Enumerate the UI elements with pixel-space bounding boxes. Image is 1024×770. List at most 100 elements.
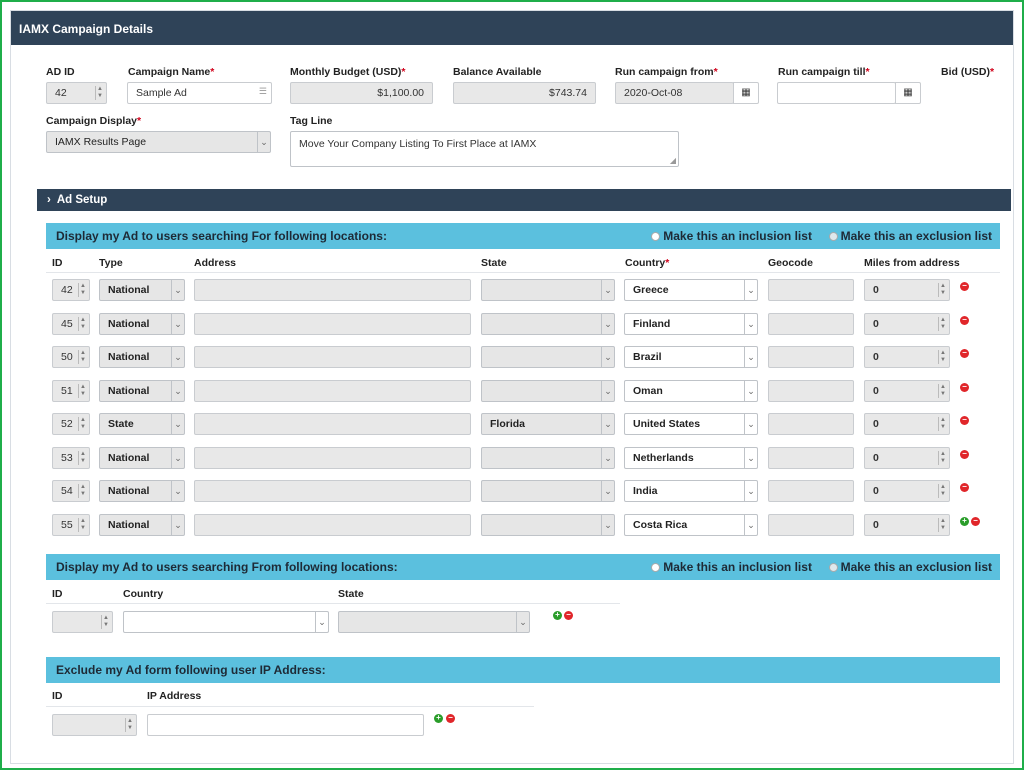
location-id-stepper[interactable]: 52 ▲ ▼ (52, 413, 90, 435)
spin-icon[interactable]: ▲ ▼ (101, 615, 110, 629)
location-type-select[interactable]: National ⌄ (99, 279, 185, 301)
spin-icon[interactable]: ▲ ▼ (938, 451, 947, 465)
location-address-input[interactable] (194, 346, 471, 368)
spin-icon[interactable]: ▲ ▼ (78, 317, 87, 331)
location-state-select[interactable]: ⌄ (481, 279, 615, 301)
spin-icon[interactable]: ▲ ▼ (78, 451, 87, 465)
location-id-stepper[interactable]: 53 ▲ ▼ (52, 447, 90, 469)
campaign-display-select[interactable]: IAMX Results Page ⌄ (46, 131, 271, 153)
spin-icon[interactable]: ▲ ▼ (938, 283, 947, 297)
inclusion-radio[interactable]: Make this an inclusion list (651, 229, 812, 243)
location-country-select[interactable]: Brazil ⌄ (624, 346, 758, 368)
spin-icon[interactable]: ▲ ▼ (938, 484, 947, 498)
location-address-input[interactable] (194, 514, 471, 536)
spin-icon[interactable]: ▲ ▼ (78, 518, 87, 532)
location-state-select[interactable]: ⌄ (481, 346, 615, 368)
add-row-icon[interactable]: + (960, 517, 969, 526)
spin-icon[interactable]: ▲ ▼ (938, 417, 947, 431)
location-miles-stepper[interactable]: 0 ▲ ▼ (864, 346, 950, 368)
balance-available-input: $743.74 (453, 82, 596, 104)
tagline-textarea[interactable]: Move Your Company Listing To First Place… (290, 131, 679, 167)
location-country-select[interactable]: Netherlands ⌄ (624, 447, 758, 469)
remove-row-icon[interactable]: − (960, 383, 969, 392)
spin-icon[interactable]: ▲ ▼ (78, 350, 87, 364)
add-row-icon[interactable]: + (553, 611, 562, 620)
spin-icon[interactable]: ▲ ▼ (938, 518, 947, 532)
location-address-input[interactable] (194, 380, 471, 402)
location-miles-stepper[interactable]: 0 ▲ ▼ (864, 514, 950, 536)
location-state-select[interactable]: ⌄ (481, 313, 615, 335)
location-miles-stepper[interactable]: 0 ▲ ▼ (864, 313, 950, 335)
exclusion-radio[interactable]: Make this an exclusion list (828, 560, 992, 574)
location-address-input[interactable] (194, 413, 471, 435)
location-type-select[interactable]: National ⌄ (99, 480, 185, 502)
location-country-select[interactable]: United States ⌄ (624, 413, 758, 435)
calendar-icon[interactable]: ▦ (733, 82, 759, 104)
location-id-stepper[interactable]: 55 ▲ ▼ (52, 514, 90, 536)
location-country-select[interactable]: Oman ⌄ (624, 380, 758, 402)
location-id-stepper[interactable]: 51 ▲ ▼ (52, 380, 90, 402)
exclusion-radio[interactable]: Make this an exclusion list (828, 229, 992, 243)
location-type-select[interactable]: National ⌄ (99, 380, 185, 402)
ip-id-stepper[interactable]: ▲ ▼ (52, 714, 137, 736)
location-country-select[interactable]: India ⌄ (624, 480, 758, 502)
campaign-name-input[interactable]: Sample Ad ☰ (127, 82, 272, 104)
location-address-input[interactable] (194, 279, 471, 301)
remove-row-icon[interactable]: − (960, 282, 969, 291)
location-address-input[interactable] (194, 480, 471, 502)
location-type-select[interactable]: National ⌄ (99, 346, 185, 368)
add-row-icon[interactable]: + (434, 714, 443, 723)
location-miles-stepper[interactable]: 0 ▲ ▼ (864, 447, 950, 469)
spin-icon[interactable]: ▲ ▼ (78, 417, 87, 431)
remove-row-icon[interactable]: − (960, 316, 969, 325)
location-id-stepper[interactable]: 54 ▲ ▼ (52, 480, 90, 502)
remove-row-icon[interactable]: − (960, 416, 969, 425)
location-state-select[interactable]: ⌄ (481, 447, 615, 469)
from-country-select[interactable]: ⌄ (123, 611, 329, 633)
location-state-select[interactable]: ⌄ (481, 514, 615, 536)
run-till-input[interactable] (777, 82, 896, 104)
spin-icon[interactable]: ▲ ▼ (78, 283, 87, 297)
calendar-icon[interactable]: ▦ (895, 82, 921, 104)
ip-address-input[interactable] (147, 714, 424, 736)
location-id-stepper[interactable]: 42 ▲ ▼ (52, 279, 90, 301)
spin-icon[interactable]: ▲ ▼ (938, 384, 947, 398)
ad-setup-toggle[interactable]: › Ad Setup (37, 189, 1011, 211)
ad-id-spin-icon[interactable]: ▲ ▼ (95, 86, 104, 100)
location-country-select[interactable]: Greece ⌄ (624, 279, 758, 301)
spin-icon[interactable]: ▲ ▼ (938, 350, 947, 364)
location-country-select[interactable]: Costa Rica ⌄ (624, 514, 758, 536)
location-miles-stepper[interactable]: 0 ▲ ▼ (864, 380, 950, 402)
resize-handle-icon[interactable]: ◢ (670, 156, 676, 165)
location-miles-stepper[interactable]: 0 ▲ ▼ (864, 480, 950, 502)
location-state-select[interactable]: ⌄ (481, 480, 615, 502)
ad-id-stepper[interactable]: 42 ▲ ▼ (46, 82, 107, 104)
location-type-select[interactable]: National ⌄ (99, 514, 185, 536)
spin-icon[interactable]: ▲ ▼ (78, 384, 87, 398)
spin-icon[interactable]: ▲ ▼ (125, 718, 134, 732)
spin-icon[interactable]: ▲ ▼ (938, 317, 947, 331)
location-id-stepper[interactable]: 45 ▲ ▼ (52, 313, 90, 335)
location-address-input[interactable] (194, 313, 471, 335)
from-state-select[interactable]: ⌄ (338, 611, 530, 633)
remove-row-icon[interactable]: − (971, 517, 980, 526)
remove-row-icon[interactable]: − (446, 714, 455, 723)
location-address-input[interactable] (194, 447, 471, 469)
location-miles-stepper[interactable]: 0 ▲ ▼ (864, 413, 950, 435)
location-state-select[interactable]: ⌄ (481, 380, 615, 402)
location-type-select[interactable]: National ⌄ (99, 313, 185, 335)
remove-row-icon[interactable]: − (960, 483, 969, 492)
col-id: ID (52, 588, 63, 600)
spin-icon[interactable]: ▲ ▼ (78, 484, 87, 498)
inclusion-radio[interactable]: Make this an inclusion list (651, 560, 812, 574)
remove-row-icon[interactable]: − (960, 450, 969, 459)
location-id-stepper[interactable]: 50 ▲ ▼ (52, 346, 90, 368)
from-id-stepper[interactable]: ▲ ▼ (52, 611, 113, 633)
location-type-select[interactable]: National ⌄ (99, 447, 185, 469)
remove-row-icon[interactable]: − (960, 349, 969, 358)
location-state-select[interactable]: Florida ⌄ (481, 413, 615, 435)
location-miles-stepper[interactable]: 0 ▲ ▼ (864, 279, 950, 301)
location-type-select[interactable]: State ⌄ (99, 413, 185, 435)
location-country-select[interactable]: Finland ⌄ (624, 313, 758, 335)
remove-row-icon[interactable]: − (564, 611, 573, 620)
